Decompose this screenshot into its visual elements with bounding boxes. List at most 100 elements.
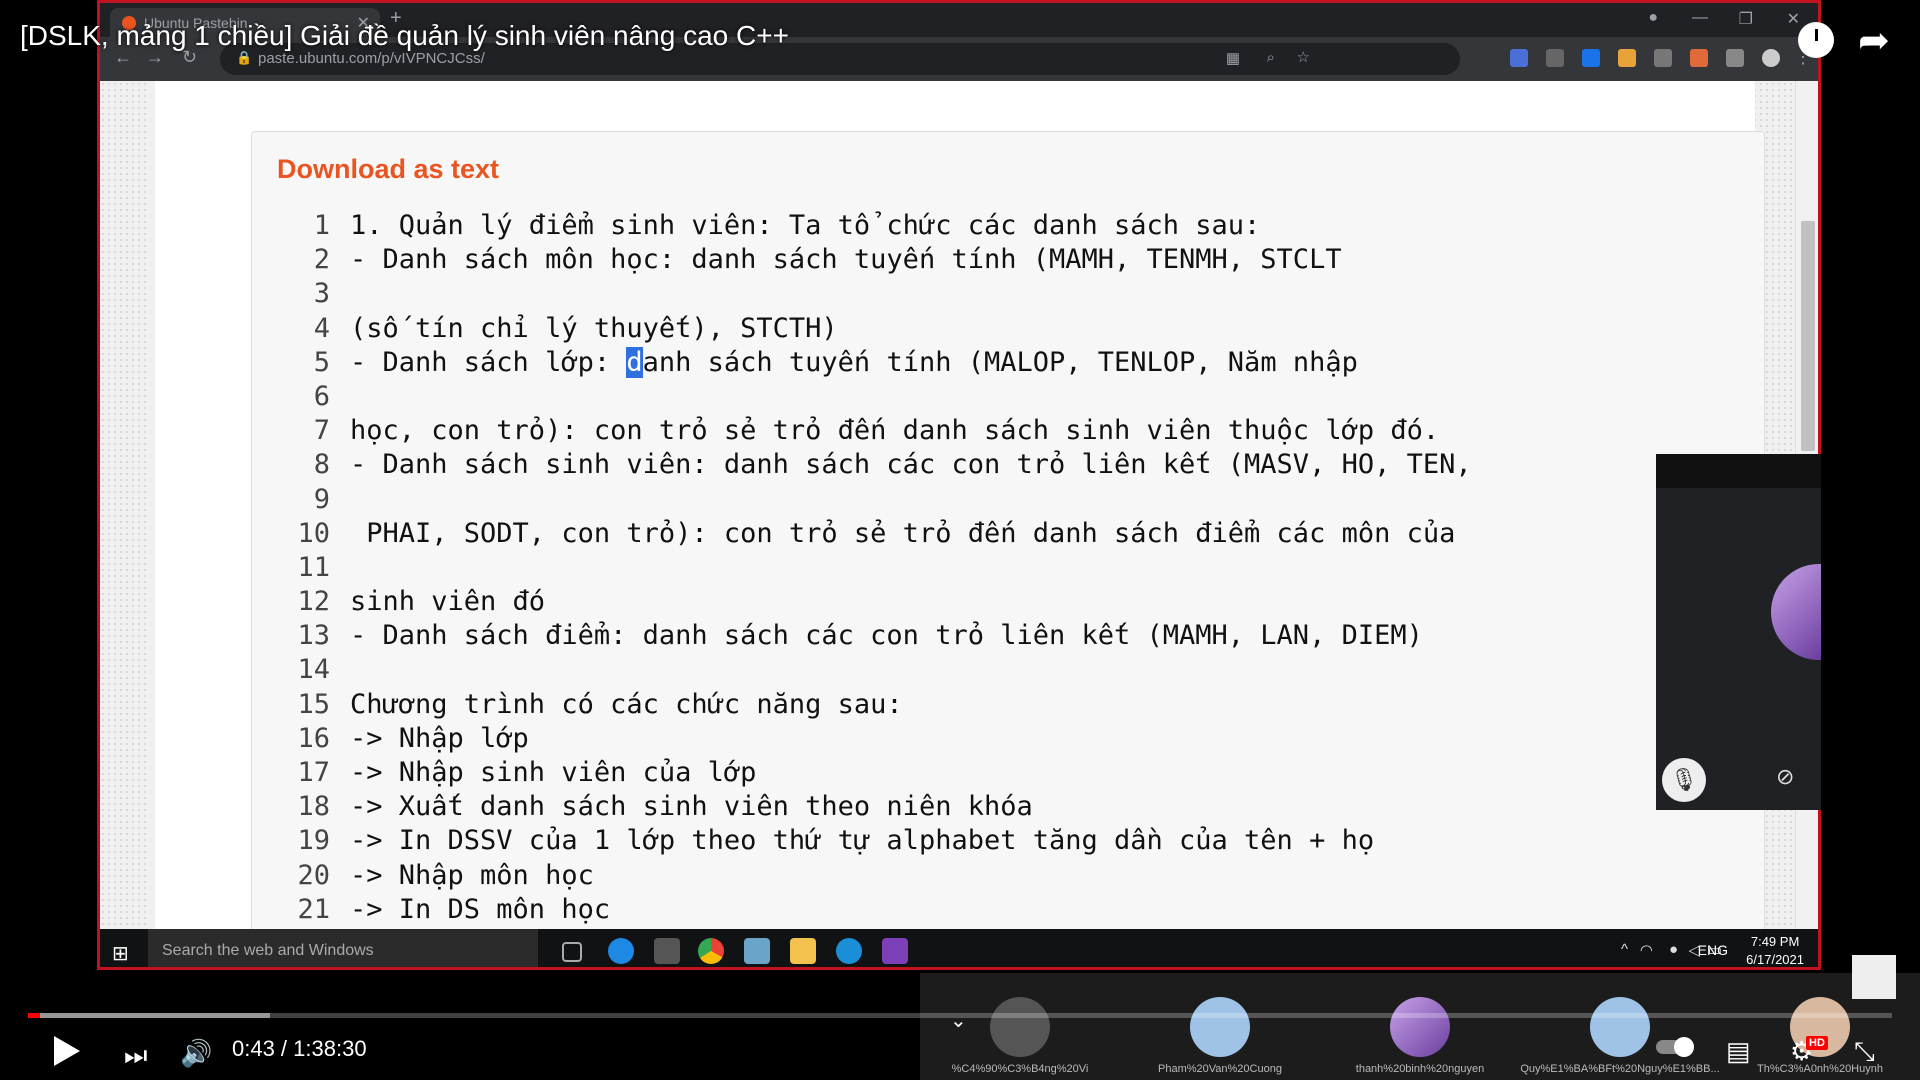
line-text: sinh viên đó (350, 586, 546, 618)
code-line: 20 -> Nhập môn học (272, 860, 1752, 894)
bookmark-star-icon[interactable]: ☆ (1297, 48, 1310, 66)
taskbar-clock[interactable]: 7:49 PM 6/17/2021 (1746, 933, 1804, 967)
video-call-panel: 🎙 ⊘ (1656, 454, 1821, 810)
line-number: 20 (297, 859, 330, 891)
maximize-icon[interactable]: ❐ (1739, 9, 1753, 29)
scrollbar-thumb[interactable] (1801, 221, 1815, 451)
code-line: 8 - Danh sách sinh viên: danh sách các co… (272, 449, 1752, 483)
played-bar (28, 1013, 40, 1018)
download-as-text-link[interactable]: Download as text (277, 154, 499, 185)
extension-icon[interactable] (1582, 49, 1600, 67)
zoom-icon[interactable]: ⌕ (1267, 49, 1275, 66)
text-cursor: d (626, 346, 643, 378)
tray-chevron-icon[interactable]: ^ (1621, 941, 1628, 958)
taskbar-search[interactable]: Search the web and Windows (148, 929, 538, 967)
next-icon[interactable]: ⏭ (124, 1040, 147, 1072)
screen-recording-frame: Ubuntu Pastebin ✕ + ● — ❐ ✕ ← → ↻ 🔒 past… (97, 0, 1821, 970)
line-text: - Danh sách sinh viên: danh sách các con… (350, 449, 1472, 481)
line-number: 14 (297, 654, 330, 686)
participant-name: Quy%E1%BA%BFt%20Nguy%E1%BB... (1520, 1063, 1720, 1075)
code-line: 14 (272, 654, 1752, 688)
page-background-left (100, 81, 150, 929)
microphone-icon[interactable]: 🎙 (1662, 758, 1706, 802)
minimize-icon[interactable]: — (1692, 9, 1708, 27)
extension-icon[interactable] (1618, 49, 1636, 67)
wifi-icon[interactable]: ◠ (1640, 941, 1653, 959)
edge-icon[interactable] (608, 938, 634, 964)
code-line: 19 -> In DSSV của 1 lớp theo thứ tự alpha… (272, 825, 1752, 859)
line-number: 8 (313, 449, 330, 481)
lock-icon: 🔒 (236, 50, 253, 65)
device-icon[interactable] (1654, 49, 1672, 67)
subtitles-icon[interactable]: ▤ (1726, 1036, 1751, 1067)
line-text: - Danh sách môn học: danh sách tuyến tín… (350, 244, 1342, 276)
line-number: 7 (313, 415, 330, 447)
participant[interactable]: Quy%E1%BA%BFt%20Nguy%E1%BB... (1520, 973, 1720, 1080)
code-line: 3 (272, 278, 1752, 312)
windows-taskbar: ⊞ Search the web and Windows ^ ◠ ● ◁ ▭ E… (100, 929, 1818, 967)
code-line: 2 - Danh sách môn học: danh sách tuyến tí… (272, 244, 1752, 278)
participants-strip: ⌄ %C4%90%C3%B4ng%20Vi Pham%20Van%20Cuong… (920, 973, 1920, 1080)
line-text: -> In DSSV của 1 lớp theo thứ tự alphabe… (350, 825, 1375, 857)
line-text: 1. Quản lý điểm sinh viên: Ta tổ chức cá… (350, 210, 1261, 241)
store-icon[interactable] (654, 938, 680, 964)
task-view-icon[interactable] (562, 942, 582, 962)
file-explorer-icon[interactable] (790, 938, 816, 964)
code-line: 6 (272, 381, 1752, 415)
code-line: 16 -> Nhập lớp (272, 723, 1752, 757)
line-number: 19 (297, 825, 330, 857)
line-number: 12 (297, 586, 330, 618)
extension-icon[interactable] (1690, 49, 1708, 67)
code-line: 17 -> Nhập sinh viên của lớp (272, 757, 1752, 791)
code-line: 15 Chương trình có các chức năng sau: (272, 689, 1752, 723)
line-text: - Danh sách lớp: danh sách tuyến tính (M… (350, 346, 1358, 378)
line-text: -> Nhập lớp (350, 722, 529, 754)
line-number: 16 (297, 722, 330, 754)
code-line: 11 (272, 552, 1752, 586)
line-number: 18 (297, 791, 330, 823)
play-icon[interactable] (54, 1036, 80, 1066)
translate-extension-icon[interactable] (1510, 49, 1528, 67)
line-text: học, con trỏ): con trỏ sẻ trỏ đến danh s… (350, 415, 1440, 447)
call-panel-header (1656, 454, 1821, 488)
video-progress-bar[interactable] (28, 1013, 1892, 1018)
participant-name: Pham%20Van%20Cuong (1158, 1063, 1282, 1075)
line-number: 21 (297, 893, 330, 925)
avatar[interactable] (1762, 49, 1780, 67)
participant[interactable]: thanh%20binh%20nguyen (1320, 973, 1520, 1080)
extension-icon[interactable] (1546, 49, 1564, 67)
line-number: 13 (297, 620, 330, 652)
windows-start-icon[interactable]: ⊞ (112, 941, 129, 966)
chrome-icon[interactable] (698, 938, 724, 964)
volume-icon[interactable]: 🔊 (180, 1038, 212, 1069)
language-indicator[interactable]: ENG (1698, 942, 1728, 958)
participant[interactable]: %C4%90%C3%B4ng%20Vi (920, 973, 1120, 1080)
puzzle-extensions-icon[interactable] (1726, 49, 1744, 67)
code-line: 18 -> Xuất danh sách sinh viên theo niên … (272, 791, 1752, 825)
network-icon[interactable]: ● (1669, 941, 1678, 958)
autoplay-toggle[interactable] (1656, 1037, 1694, 1057)
participant-name: %C4%90%C3%B4ng%20Vi (951, 1063, 1089, 1075)
watch-later-icon[interactable] (1798, 22, 1834, 58)
share-icon[interactable]: ➦ (1858, 18, 1890, 63)
camera-off-icon[interactable]: ⊘ (1776, 764, 1794, 790)
app-icon[interactable] (744, 938, 770, 964)
line-number: 15 (297, 688, 330, 720)
qr-icon[interactable]: ▦ (1226, 49, 1240, 67)
participant[interactable]: Pham%20Van%20Cuong (1120, 973, 1320, 1080)
qr-code-image (1852, 955, 1896, 999)
exit-fullscreen-icon[interactable]: ⤡ (1854, 1036, 1875, 1068)
line-number: 10 (297, 517, 330, 549)
profile-dropdown-icon[interactable]: ● (1648, 9, 1658, 27)
video-title[interactable]: [DSLK, mảng 1 chiều] Giải đề quản lý sin… (20, 20, 789, 52)
line-number: 17 (297, 757, 330, 788)
line-text: (số tín chỉ lý thuyết), STCTH) (350, 312, 838, 344)
url-text: paste.ubuntu.com/p/vIVPNCJCss/ (258, 50, 485, 67)
line-text: - Danh sách điểm: danh sách các con trỏ … (350, 620, 1423, 652)
participant-video-tile (1771, 564, 1821, 660)
close-window-icon[interactable]: ✕ (1787, 9, 1800, 29)
line-text: -> Nhập môn học (350, 859, 594, 891)
skype-icon[interactable] (836, 938, 862, 964)
visual-studio-icon[interactable] (882, 938, 908, 964)
avatar (1390, 997, 1450, 1057)
